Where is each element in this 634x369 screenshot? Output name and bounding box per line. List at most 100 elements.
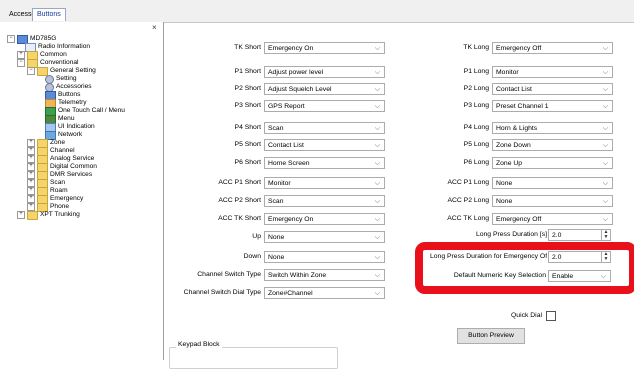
select-value: None [496,180,513,187]
select-value: None [268,254,285,261]
select-value: Adjust Squelch Level [268,86,332,93]
left_rows-label: Channel Switch Type [197,271,261,278]
left_rows-select[interactable]: Emergency On ⌵ [264,42,385,54]
collapse-icon[interactable]: − [27,67,35,75]
left_rows-select[interactable]: Adjust Squelch Level ⌵ [264,83,385,95]
tree-item-label: Buttons [58,91,81,98]
right_rows-select[interactable]: Zone Up ⌵ [492,157,613,169]
select-value: Emergency On [268,45,314,52]
tree-item-label: Zone [50,139,66,146]
expand-icon[interactable]: + [27,179,35,187]
tree-item[interactable]: − General Setting [27,66,96,76]
tree-item[interactable]: Buttons [37,90,81,100]
tree-item[interactable]: − Conventional [17,58,79,68]
left_rows-select[interactable]: Adjust power level ⌵ [264,66,385,78]
expand-icon[interactable]: + [27,139,35,147]
collapse-icon[interactable]: − [17,59,25,67]
right_rows-select[interactable]: Emergency Off ⌵ [492,42,613,54]
right_rows-select[interactable]: Emergency Off ⌵ [492,213,613,225]
left_rows-label: Down [243,253,261,260]
spinner-icon[interactable]: ▲ ▼ [601,230,610,240]
right_rows-select[interactable]: None ⌵ [492,195,613,207]
quick-dial-checkbox[interactable] [546,311,556,321]
tree-item[interactable]: + Channel [27,146,75,156]
close-icon[interactable]: × [152,23,157,32]
left_rows-select[interactable]: None ⌵ [264,231,385,243]
select-value: Zone#Channel [268,290,313,297]
tree-item-label: Conventional [40,59,79,66]
tree-item-label: Network [58,131,83,138]
tree-item[interactable]: + Phone [27,202,69,212]
expand-icon[interactable]: + [27,147,35,155]
left_rows-select[interactable]: Home Screen ⌵ [264,157,385,169]
tree-item-label: General Setting [50,67,96,74]
tree-item[interactable]: Network [37,130,83,140]
chevron-down-icon: ⌵ [374,254,380,261]
right_rows-label: P5 Long [463,141,489,148]
tree-item[interactable]: + Roam [27,186,68,196]
left_rows-select[interactable]: None ⌵ [264,251,385,263]
chevron-down-icon: ⌵ [374,234,380,241]
left_rows-label: ACC P2 Short [218,197,261,204]
navigation-tree: × − MD785G Radio Information + Common − Conven… [0,22,164,360]
select-value: GPS Report [268,103,305,110]
tree-item[interactable]: Radio Information [17,42,90,52]
expand-icon[interactable]: + [27,187,35,195]
tree-item[interactable]: Setting [37,74,77,84]
long-press-duration-input[interactable]: 2.0 ▲ ▼ [548,229,611,241]
chevron-down-icon: ⌵ [374,45,380,52]
tab-buttons[interactable]: Buttons [32,8,66,21]
chevron-down-icon: ⌵ [374,216,380,223]
expand-icon[interactable]: + [27,195,35,203]
chevron-down-icon: ⌵ [602,160,608,167]
tree-item-label: Setting [56,75,77,82]
tree-item[interactable]: + DMR Services [27,170,92,180]
chevron-down-icon: ⌵ [374,272,380,279]
chevron-down-icon: ⌵ [374,69,380,76]
left_rows-select[interactable]: Zone#Channel ⌵ [264,287,385,299]
select-value: Monitor [496,69,519,76]
collapse-icon[interactable]: − [7,35,15,43]
right_rows-select[interactable]: Monitor ⌵ [492,66,613,78]
tree-item-label: One Touch Call / Menu [58,107,125,114]
right_rows-select[interactable]: Contact List ⌵ [492,83,613,95]
tree-item[interactable]: + Scan [27,178,65,188]
tree-item[interactable]: + Emergency [27,194,83,204]
button-preview-button[interactable]: Button Preview [457,328,525,344]
right_rows-select[interactable]: None ⌵ [492,177,613,189]
tree-item[interactable]: + Zone [27,138,66,148]
expand-icon[interactable]: + [27,155,35,163]
tree-item[interactable]: + Analog Service [27,154,94,164]
select-value: Emergency On [268,216,314,223]
right_rows-select[interactable]: Horn & Lights ⌵ [492,122,613,134]
expand-icon[interactable]: + [17,51,25,59]
expand-icon[interactable]: + [27,203,35,211]
expand-icon[interactable]: + [17,211,25,219]
tree-item[interactable]: + Digital Common [27,162,97,172]
left_rows-select[interactable]: Emergency On ⌵ [264,213,385,225]
left_rows-select[interactable]: Monitor ⌵ [264,177,385,189]
keypad-block-label: Keypad Block [176,341,222,348]
left_rows-select[interactable]: Scan ⌵ [264,122,385,134]
chevron-down-icon: ⌵ [602,103,608,110]
tree-item-label: Channel [50,147,75,154]
right_rows-label: ACC P1 Long [447,179,489,186]
tree-item[interactable]: + XPT Trunking [17,210,80,220]
expand-icon[interactable]: + [27,163,35,171]
chevron-down-icon: ⌵ [602,45,608,52]
left_rows-label: ACC P1 Short [218,179,261,186]
right_rows-select[interactable]: Zone Down ⌵ [492,139,613,151]
left_rows-select[interactable]: Scan ⌵ [264,195,385,207]
right_rows-select[interactable]: Preset Channel 1 ⌵ [492,100,613,112]
left_rows-label: Up [252,233,261,240]
select-value: None [268,234,285,241]
select-value: Contact List [268,142,304,149]
left_rows-select[interactable]: Switch Within Zone ⌵ [264,269,385,281]
left_rows-select[interactable]: GPS Report ⌵ [264,100,385,112]
expand-icon[interactable]: + [27,171,35,179]
tree-item[interactable]: + Common [17,50,67,60]
chevron-down-icon: ⌵ [374,86,380,93]
left_rows-select[interactable]: Contact List ⌵ [264,139,385,151]
